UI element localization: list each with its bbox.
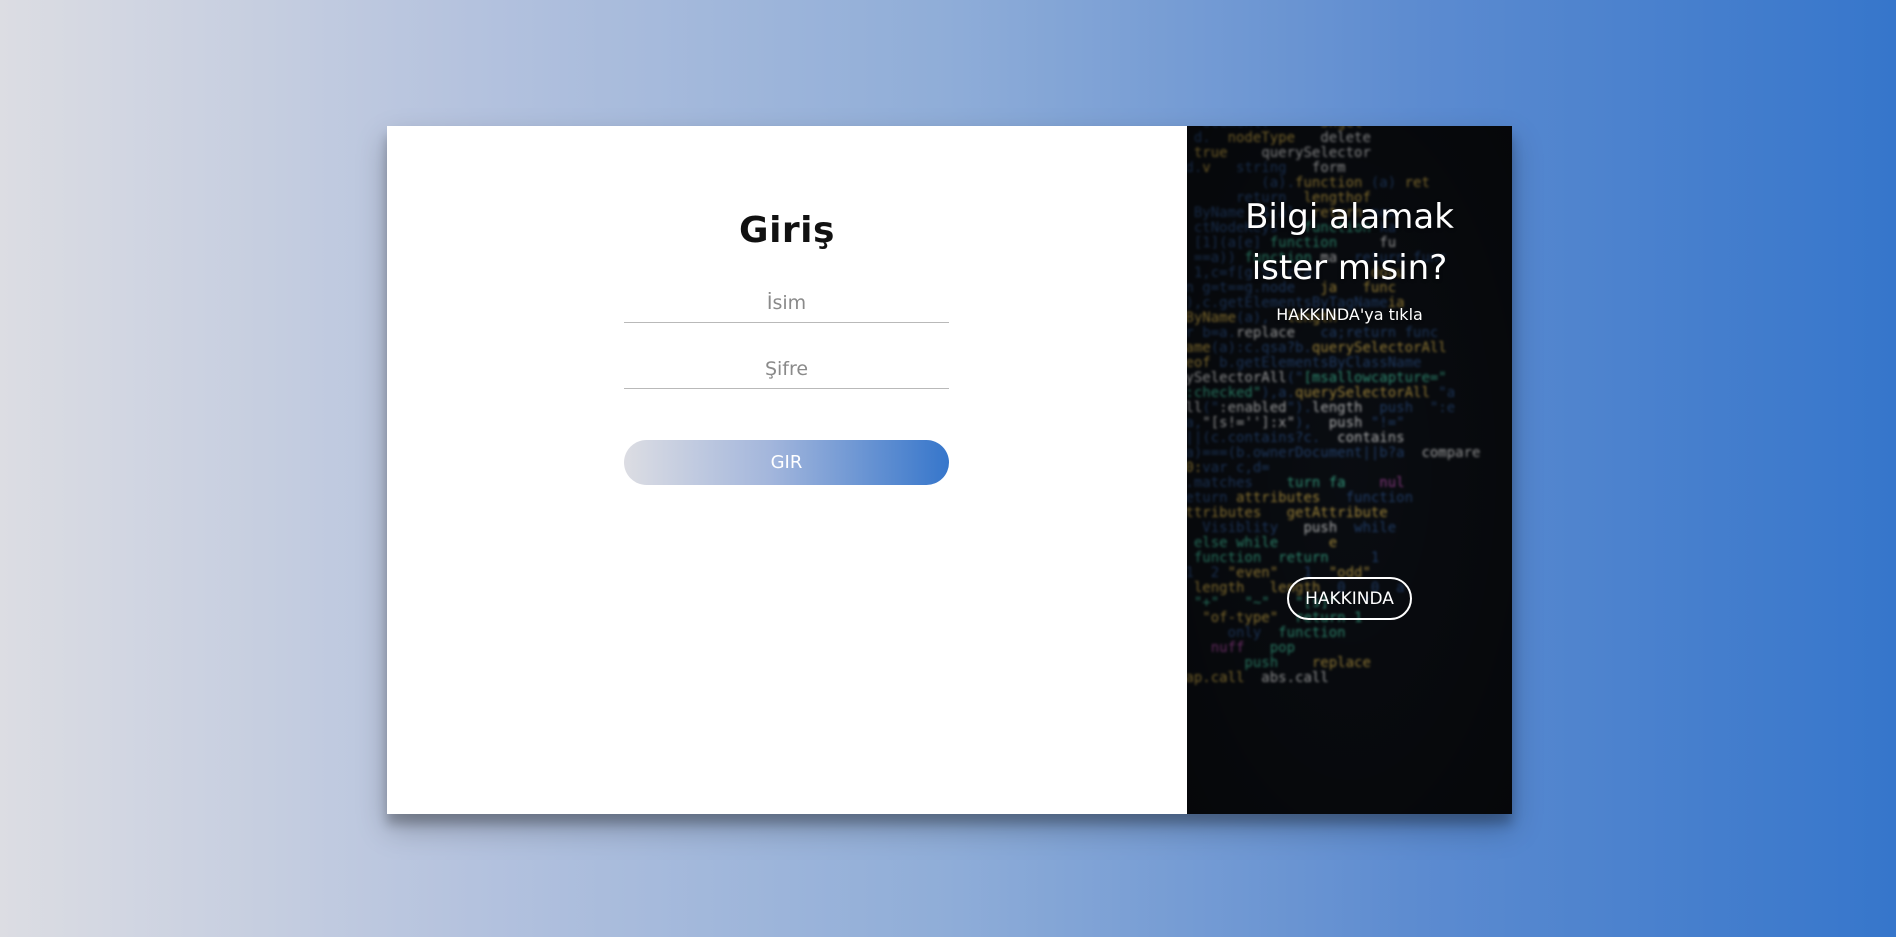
info-title: Bilgi alamak ister misin? <box>1187 192 1512 294</box>
info-title-line-1: Bilgi alamak <box>1245 197 1454 237</box>
about-button[interactable]: HAKKINDA <box>1287 577 1412 620</box>
login-title: Giriş <box>739 210 835 251</box>
name-input[interactable] <box>624 283 949 323</box>
password-input[interactable] <box>624 349 949 389</box>
login-panel: Giriş GIR <box>387 126 1187 814</box>
login-card: Giriş GIR ocument. Snget d. nodeType del… <box>387 126 1512 814</box>
info-title-line-2: ister misin? <box>1251 248 1448 288</box>
info-subtitle: HAKKINDA'ya tıkla <box>1276 305 1423 324</box>
info-panel: ocument. Snget d. nodeType delete true q… <box>1187 126 1512 814</box>
login-submit-button[interactable]: GIR <box>624 440 949 485</box>
